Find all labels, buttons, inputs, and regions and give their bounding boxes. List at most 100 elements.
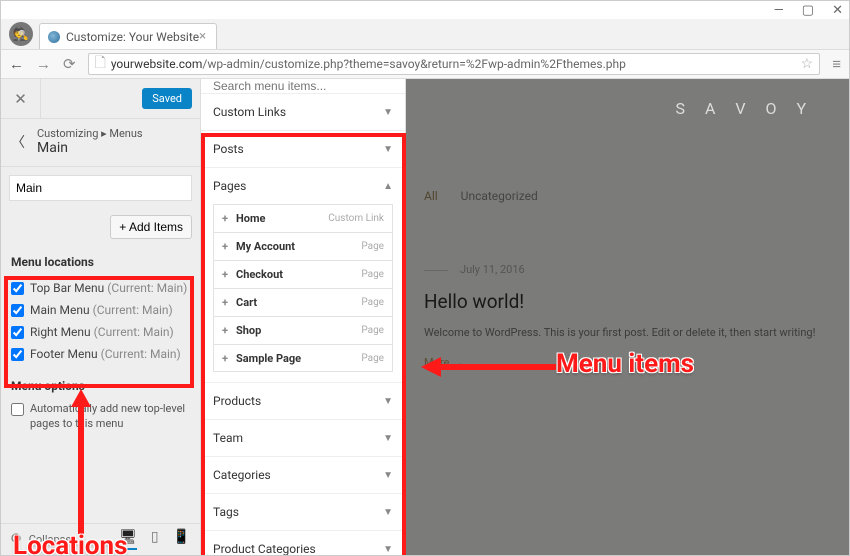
post-date: July 11, 2016 bbox=[424, 263, 839, 276]
section-pages[interactable]: Pages▲ bbox=[201, 168, 405, 204]
menu-item-row[interactable]: +My AccountPage bbox=[213, 232, 393, 260]
location-checkbox[interactable] bbox=[11, 348, 24, 361]
browser-tab-strip: 🕵 Customize: Your Website × bbox=[1, 19, 849, 49]
customizer-topbar: ✕ Saved bbox=[1, 79, 200, 119]
customizer-breadcrumb: 〈 Customizing ▸ Menus Main bbox=[1, 119, 200, 167]
section-categories[interactable]: Categories▼ bbox=[201, 457, 405, 493]
location-checkbox[interactable] bbox=[11, 326, 24, 339]
chevron-down-icon: ▼ bbox=[383, 396, 393, 407]
browser-toolbar: ← → ⟳ 🗋 yourwebsite.com/wp-admin/customi… bbox=[1, 49, 849, 79]
window-maximize-button[interactable]: ▢ bbox=[802, 3, 814, 18]
window-close-button[interactable]: ✕ bbox=[832, 3, 843, 18]
breadcrumb-title: Main bbox=[37, 140, 143, 156]
tab-title: Customize: Your Website bbox=[66, 30, 199, 44]
device-desktop-icon[interactable]: 🖥 bbox=[119, 529, 137, 550]
post-title[interactable]: Hello world! bbox=[424, 290, 839, 313]
menu-item-row[interactable]: +Sample PagePage bbox=[213, 344, 393, 372]
nav-back-button[interactable]: ← bbox=[9, 55, 24, 73]
url-path: /wp-admin/customize.php?theme=savoy&retu… bbox=[202, 57, 625, 71]
plus-icon: + bbox=[222, 212, 228, 225]
chevron-down-icon: ▼ bbox=[383, 433, 393, 444]
plus-icon: + bbox=[222, 296, 228, 309]
tab-favicon-icon bbox=[48, 31, 60, 43]
location-checkbox[interactable] bbox=[11, 282, 24, 295]
customizer-close-button[interactable]: ✕ bbox=[1, 79, 41, 119]
location-row[interactable]: Top Bar Menu(Current: Main) bbox=[11, 277, 190, 299]
location-row[interactable]: Right Menu(Current: Main) bbox=[11, 321, 190, 343]
breadcrumb-back-button[interactable]: 〈 bbox=[11, 132, 25, 152]
saved-badge: Saved bbox=[142, 88, 192, 109]
category-all[interactable]: All bbox=[424, 189, 438, 203]
category-uncategorized[interactable]: Uncategorized bbox=[461, 189, 538, 203]
section-product-categories[interactable]: Product Categories▼ bbox=[201, 531, 405, 555]
location-current: (Current: Main) bbox=[101, 347, 181, 361]
menu-name-input[interactable] bbox=[9, 175, 192, 201]
location-label: Footer Menu bbox=[30, 347, 98, 361]
menu-locations-heading: Menu locations bbox=[1, 249, 200, 275]
collapse-icon bbox=[11, 533, 21, 543]
device-mobile-icon[interactable]: 📱 bbox=[173, 529, 190, 550]
location-current: (Current: Main) bbox=[107, 281, 187, 295]
device-preview-toggle: 🖥 ▯ 📱 bbox=[119, 529, 190, 550]
search-menu-items-input[interactable] bbox=[201, 79, 405, 93]
site-logo: S A V O Y bbox=[676, 99, 815, 118]
window-title-bar: — ▢ ✕ bbox=[1, 1, 849, 19]
menu-locations-list: Top Bar Menu(Current: Main) Main Menu(Cu… bbox=[1, 275, 200, 371]
browser-menu-button[interactable]: ≡ bbox=[832, 55, 841, 73]
section-tags[interactable]: Tags▼ bbox=[201, 494, 405, 530]
chevron-down-icon: ▼ bbox=[383, 507, 393, 518]
plus-icon: + bbox=[222, 324, 228, 337]
menu-item-row[interactable]: +CartPage bbox=[213, 288, 393, 316]
chevron-down-icon: ▼ bbox=[383, 144, 393, 155]
auto-add-label: Automatically add new top-level pages to… bbox=[30, 401, 190, 432]
chevron-down-icon: ▼ bbox=[383, 107, 393, 118]
section-posts[interactable]: Posts▼ bbox=[201, 131, 405, 167]
add-items-button[interactable]: + Add Items bbox=[110, 215, 192, 239]
section-team[interactable]: Team▼ bbox=[201, 420, 405, 456]
location-row[interactable]: Footer Menu(Current: Main) bbox=[11, 343, 190, 365]
browser-tab[interactable]: Customize: Your Website × bbox=[39, 23, 217, 49]
viewport: ✕ Saved 〈 Customizing ▸ Menus Main + Add… bbox=[1, 79, 849, 555]
menu-item-row[interactable]: +CheckoutPage bbox=[213, 260, 393, 288]
location-current: (Current: Main) bbox=[93, 303, 173, 317]
post-excerpt: Welcome to WordPress. This is your first… bbox=[424, 325, 839, 342]
location-row[interactable]: Main Menu(Current: Main) bbox=[11, 299, 190, 321]
location-label: Top Bar Menu bbox=[30, 281, 104, 295]
pages-item-list: +HomeCustom Link +My AccountPage +Checko… bbox=[201, 204, 405, 382]
collapse-button[interactable]: Collapse bbox=[11, 533, 71, 546]
browser-window: — ▢ ✕ 🕵 Customize: Your Website × ← → ⟳ … bbox=[0, 0, 850, 556]
site-preview: S A V O Y All Uncategorized July 11, 201… bbox=[406, 79, 849, 555]
add-menu-items-panel: Custom Links▼ Posts▼ Pages▲ +HomeCustom … bbox=[201, 79, 406, 555]
breadcrumb-path: Customizing ▸ Menus bbox=[37, 127, 143, 140]
chevron-down-icon: ▼ bbox=[383, 544, 393, 555]
menu-item-row[interactable]: +HomeCustom Link bbox=[213, 204, 393, 232]
chevron-down-icon: ▼ bbox=[383, 470, 393, 481]
customizer-sidebar: ✕ Saved 〈 Customizing ▸ Menus Main + Add… bbox=[1, 79, 201, 555]
incognito-icon: 🕵 bbox=[9, 22, 33, 46]
read-more-link[interactable]: More → bbox=[424, 356, 839, 369]
section-custom-links[interactable]: Custom Links▼ bbox=[201, 94, 405, 130]
device-tablet-icon[interactable]: ▯ bbox=[151, 529, 159, 550]
auto-add-option[interactable]: Automatically add new top-level pages to… bbox=[1, 397, 200, 436]
page-icon: 🗋 bbox=[95, 52, 106, 76]
category-filter: All Uncategorized bbox=[424, 189, 839, 203]
menu-options-heading: Menu options bbox=[1, 371, 200, 397]
plus-icon: + bbox=[222, 240, 228, 253]
customizer-footer: Collapse 🖥 ▯ 📱 bbox=[1, 523, 200, 555]
bookmark-star-icon[interactable]: ☆ bbox=[801, 56, 814, 72]
tab-close-icon[interactable]: × bbox=[199, 29, 206, 44]
menu-item-row[interactable]: +ShopPage bbox=[213, 316, 393, 344]
nav-forward-button: → bbox=[36, 55, 51, 73]
address-bar[interactable]: 🗋 yourwebsite.com/wp-admin/customize.php… bbox=[88, 53, 821, 75]
location-checkbox[interactable] bbox=[11, 304, 24, 317]
url-host: yourwebsite.com bbox=[111, 57, 203, 71]
window-minimize-button[interactable]: — bbox=[774, 3, 784, 18]
chevron-up-icon: ▲ bbox=[383, 181, 393, 192]
location-label: Right Menu bbox=[30, 325, 91, 339]
plus-icon: + bbox=[222, 268, 228, 281]
section-products[interactable]: Products▼ bbox=[201, 383, 405, 419]
auto-add-checkbox[interactable] bbox=[11, 403, 24, 416]
nav-reload-button[interactable]: ⟳ bbox=[63, 55, 76, 73]
plus-icon: + bbox=[222, 352, 228, 365]
location-label: Main Menu bbox=[30, 303, 90, 317]
